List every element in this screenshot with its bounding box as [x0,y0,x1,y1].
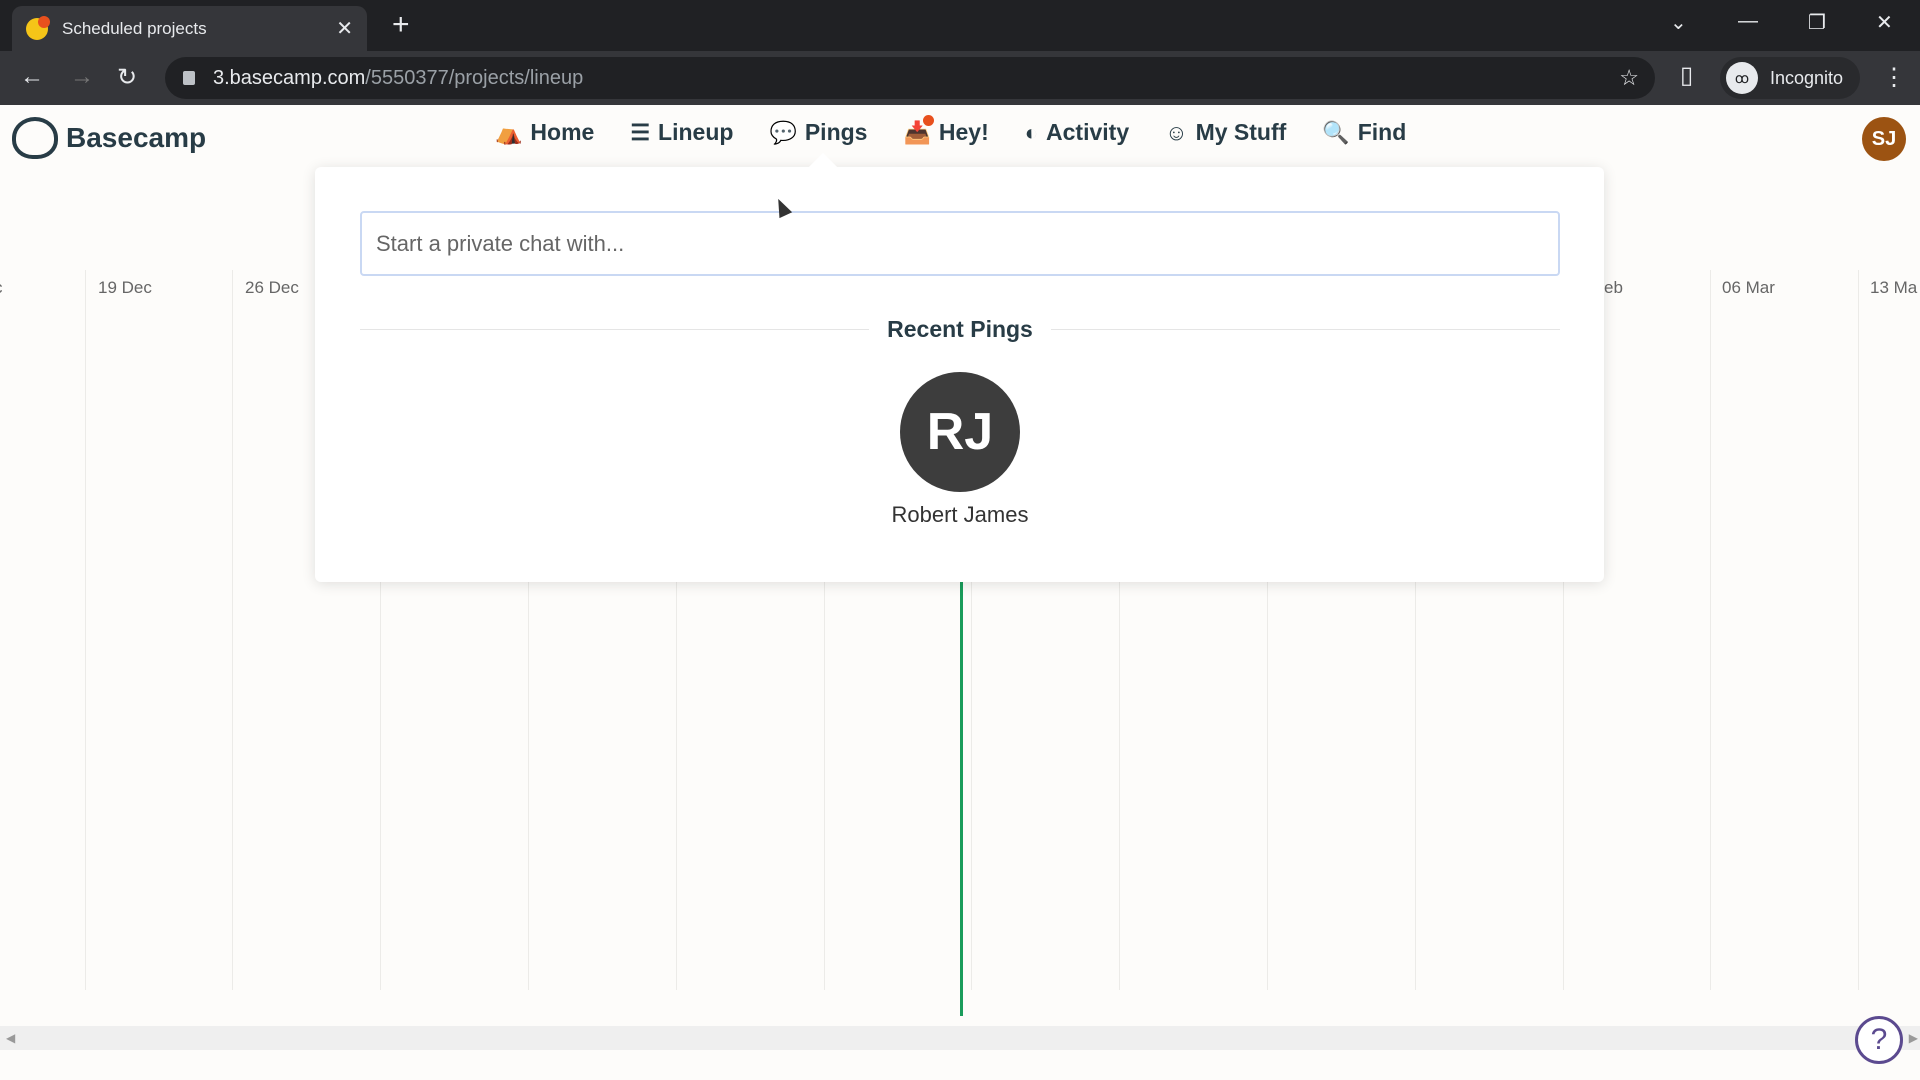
date-label: 26 Dec [245,278,299,297]
scroll-left-icon[interactable]: ◀ [6,1031,15,1045]
incognito-icon: ꝏ [1726,62,1758,94]
app-header: Basecamp ⛺ Home ☰ Lineup 💬 Pings 📥 Hey! ◐ Act… [0,105,1920,167]
home-icon: ⛺ [495,119,523,145]
section-title: Recent Pings [887,315,1033,342]
basecamp-mark-icon [12,117,58,159]
today-marker [960,582,963,1016]
nav-pings[interactable]: 💬 Pings [769,119,867,146]
help-button[interactable]: ? [1855,1016,1903,1064]
browser-tab[interactable]: Scheduled projects ✕ [12,6,367,51]
date-label: 13 Ma [1870,278,1918,297]
search-icon: 🔍 [1322,119,1350,145]
tab-title: Scheduled projects [62,18,207,38]
url-host: 3.basecamp.com [213,66,366,89]
nav-find[interactable]: 🔍 Find [1322,119,1406,146]
browser-tabbar: Scheduled projects ✕ + ⌄ — ❐ ✕ [0,0,1920,51]
nav-label: Lineup [658,119,734,145]
pings-icon: 💬 [769,119,797,145]
restore-icon[interactable]: ❐ [1808,10,1826,35]
tab-search-icon[interactable]: ⌄ [1670,10,1687,35]
recent-pings-header: Recent Pings [360,315,1560,342]
incognito-badge[interactable]: ꝏ Incognito [1720,57,1860,99]
minimize-icon[interactable]: — [1738,10,1758,33]
horizontal-scrollbar[interactable]: ◀ ▶ [0,1026,1920,1050]
date-label: 19 Dec [98,278,152,297]
side-panel-icon[interactable]: ▯ [1680,61,1693,90]
pings-popup: Recent Pings RJ Robert James [315,152,1604,582]
date-label: c [0,278,3,298]
lock-icon [183,71,195,85]
menu-kebab-icon[interactable]: ⋮ [1882,63,1906,92]
notification-dot [923,115,935,126]
nav-label: Pings [804,119,868,145]
nav-activity[interactable]: ◐ Activity [1025,119,1129,146]
nav-label: Home [530,119,595,145]
week-gridline [84,270,86,990]
lineup-icon: ☰ [630,119,651,145]
address-toolbar: ← → ↻ 3.basecamp.com/5550377/projects/li… [0,51,1920,105]
nav-label: Find [1357,119,1407,145]
divider [360,328,870,330]
nav-home[interactable]: ⛺ Home [495,119,594,146]
nav-label: My Stuff [1195,119,1287,145]
new-tab-icon[interactable]: + [392,8,410,42]
nav-my-stuff[interactable]: ☺ My Stuff [1165,119,1286,146]
person-name: Robert James [891,502,1029,527]
nav-label: Activity [1046,119,1130,145]
nav-label: Hey! [938,119,989,145]
logo-text: Basecamp [66,122,207,153]
back-icon[interactable]: ← [20,63,44,91]
date-label: eb [1604,278,1623,297]
main-nav: ⛺ Home ☰ Lineup 💬 Pings 📥 Hey! ◐ Activity ☺ My… [495,115,1406,146]
user-avatar[interactable]: SJ [1862,117,1906,161]
recent-ping-item[interactable]: RJ Robert James [840,372,1080,528]
week-gridline [232,270,234,990]
forward-icon[interactable]: → [70,63,94,91]
url-path: /5550377/projects/lineup [365,66,584,89]
date-label: 06 Mar [1722,278,1775,297]
profile-label: Incognito [1770,67,1844,88]
week-gridline [1858,270,1860,990]
address-bar[interactable]: 3.basecamp.com/5550377/projects/lineup ☆ [165,57,1655,99]
bookmark-star-icon[interactable]: ☆ [1619,65,1639,91]
basecamp-favicon-icon [26,15,50,40]
scroll-right-icon[interactable]: ▶ [1909,1031,1918,1045]
close-window-icon[interactable]: ✕ [1876,10,1893,35]
nav-lineup[interactable]: ☰ Lineup [630,119,733,146]
activity-icon: ◐ [1024,119,1039,145]
divider [1050,328,1560,330]
week-gridline [1710,270,1712,990]
reload-icon[interactable]: ↻ [117,63,137,92]
smiley-icon: ☺ [1165,119,1188,145]
nav-hey[interactable]: 📥 Hey! [903,115,989,146]
basecamp-logo[interactable]: Basecamp [12,117,206,159]
private-chat-input[interactable] [360,211,1560,276]
close-tab-icon[interactable]: ✕ [336,16,353,41]
avatar: RJ [900,372,1020,492]
